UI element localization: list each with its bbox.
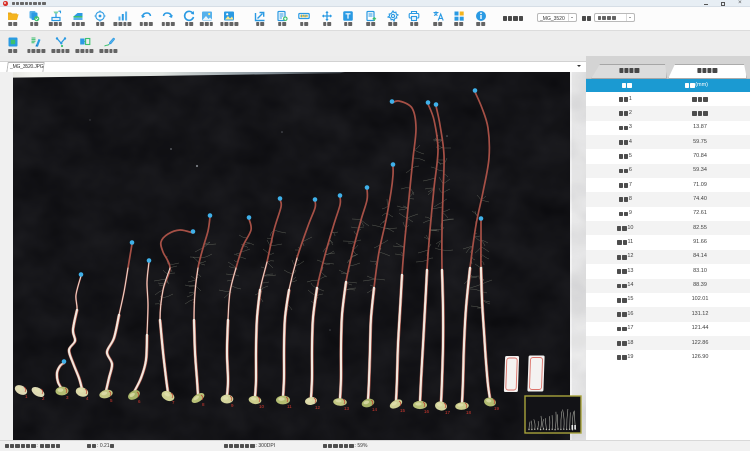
svg-text:13: 13: [344, 406, 350, 411]
svg-text:19: 19: [494, 406, 500, 411]
svg-text:18: 18: [466, 410, 472, 415]
svg-text:14: 14: [372, 407, 378, 412]
svg-text:15: 15: [400, 408, 406, 413]
svg-text:16: 16: [424, 409, 430, 414]
svg-text:12: 12: [315, 405, 321, 410]
svg-text:10: 10: [259, 404, 265, 409]
svg-text:17: 17: [445, 410, 451, 415]
svg-text:11: 11: [287, 404, 292, 409]
